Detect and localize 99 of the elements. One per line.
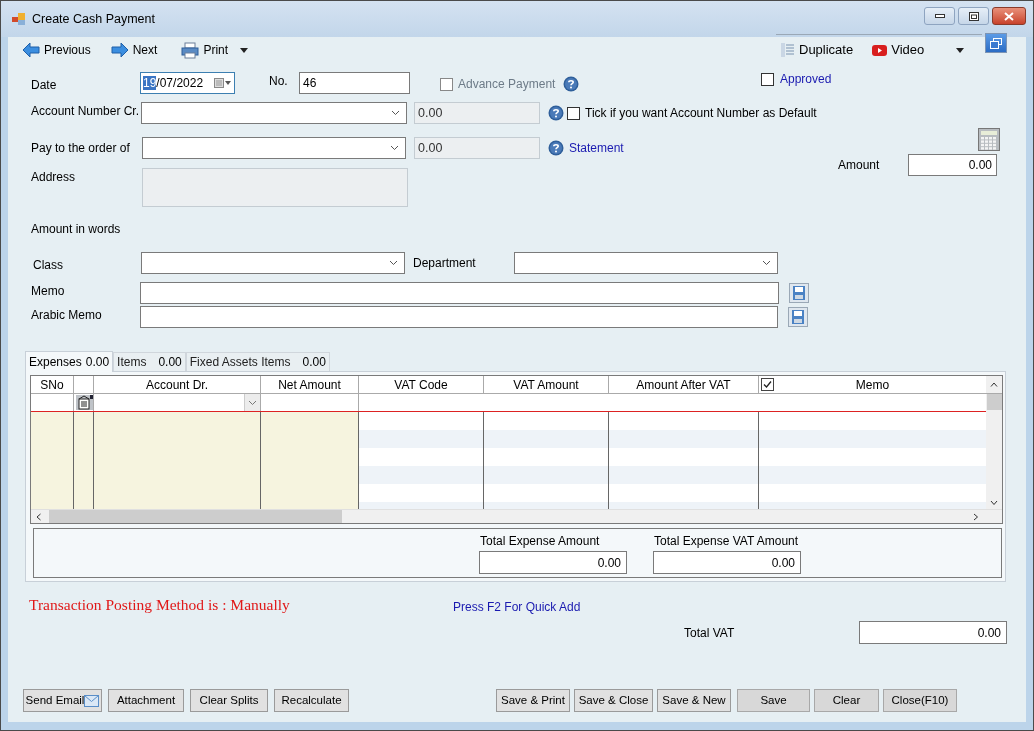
chevron-down-icon — [390, 145, 399, 151]
chevron-down-icon — [248, 399, 257, 406]
checkbox-label: Advance Payment — [458, 76, 556, 93]
horizontal-scrollbar[interactable] — [31, 509, 1002, 523]
save-icon[interactable] — [788, 307, 808, 327]
column-header: VAT Code — [359, 376, 484, 394]
payee-combo[interactable] — [142, 137, 406, 159]
total-vat-field: 0.00 — [859, 621, 1007, 644]
maximize-icon — [968, 11, 979, 21]
field-label: Pay to the order of — [31, 140, 131, 157]
checkbox-label: Tick if you want Account Number as Default — [585, 105, 817, 122]
calculator-icon[interactable] — [978, 128, 1000, 151]
column-header: SNo — [31, 376, 74, 394]
chevron-down-icon — [389, 260, 398, 266]
action-button[interactable]: Clear — [814, 689, 879, 712]
calendar-icon — [214, 78, 232, 88]
field-label: Memo — [31, 283, 66, 300]
field-label: Arabic Memo — [31, 307, 103, 324]
help-icon[interactable] — [548, 105, 564, 121]
maximize-button[interactable] — [958, 7, 989, 25]
column-header: Memo — [855, 377, 890, 394]
column-header: Amount After VAT — [609, 376, 759, 394]
arrow-left-icon — [22, 42, 40, 58]
minimize-icon — [934, 14, 945, 18]
help-icon[interactable] — [563, 76, 580, 92]
restore-button[interactable] — [985, 33, 1007, 53]
video-play-icon — [872, 43, 888, 57]
toolbar-previous-button[interactable]: Previous — [22, 41, 91, 59]
balance-field: 0.00 — [414, 102, 540, 124]
amount-field[interactable]: 0.00 — [908, 154, 997, 176]
action-button[interactable]: Save & Close — [574, 689, 653, 712]
field-label: Total Expense VAT Amount — [654, 533, 800, 547]
action-button[interactable]: Send Email — [23, 689, 102, 712]
class-combo[interactable] — [141, 252, 405, 274]
scrollbar-thumb[interactable] — [49, 510, 342, 523]
posting-method-text: Transaction Posting Method is : Manually — [29, 595, 291, 615]
field-label: Amount in words — [31, 222, 122, 236]
window-title: Create Cash Payment — [32, 10, 155, 28]
action-button[interactable]: Save & Print — [496, 689, 570, 712]
toolbar-print-button[interactable]: Print — [181, 41, 249, 59]
chevron-right-icon — [973, 512, 978, 521]
checkbox[interactable] — [761, 72, 774, 86]
field-label: No. — [269, 73, 289, 90]
vertical-scrollbar[interactable] — [986, 376, 1002, 393]
field-label: Total Expense Amount — [480, 533, 601, 547]
column-header: Net Amount — [261, 376, 359, 394]
account-combo[interactable] — [141, 102, 407, 124]
chevron-down-icon — [762, 260, 771, 266]
action-button[interactable]: Clear Splits — [190, 689, 268, 712]
field-label: Total VAT — [684, 624, 736, 642]
tab[interactable]: Items 0.00 — [113, 352, 186, 371]
close-button[interactable] — [992, 7, 1026, 25]
chevron-down-icon — [391, 110, 400, 116]
field-label: Amount — [838, 157, 881, 174]
chevron-down-icon — [990, 500, 998, 505]
action-button[interactable]: Save — [737, 689, 810, 712]
checkbox-label: Approved — [780, 71, 832, 88]
action-button[interactable]: Close(F10) — [883, 689, 957, 712]
table-cell — [74, 412, 94, 430]
printer-icon — [181, 41, 200, 59]
field-label: Address — [31, 169, 77, 186]
scrollbar-thumb[interactable] — [986, 394, 1002, 410]
total-field: 0.00 — [653, 551, 801, 574]
field-label: Account Number Cr. — [31, 103, 141, 120]
action-button[interactable]: Recalculate — [274, 689, 349, 712]
help-icon[interactable] — [548, 140, 564, 156]
memo-field[interactable] — [140, 282, 779, 304]
app-icon — [12, 13, 26, 25]
checkbox[interactable] — [567, 106, 580, 120]
toolbar-duplicate-button[interactable]: Duplicate — [780, 40, 854, 60]
dropdown-button[interactable] — [244, 394, 260, 411]
chevron-up-icon — [990, 382, 998, 387]
restore-icon — [990, 37, 1002, 49]
chevron-left-icon — [36, 512, 41, 521]
memo-field[interactable] — [140, 306, 778, 328]
toolbar-next-button[interactable]: Next — [110, 41, 158, 59]
field-label: Date — [31, 76, 58, 94]
tab[interactable]: Expenses 0.00 — [25, 351, 114, 372]
action-button[interactable]: Save & New — [657, 689, 731, 712]
arrow-right-icon — [110, 42, 129, 58]
minimize-button[interactable] — [924, 7, 955, 25]
envelope-icon — [84, 694, 100, 707]
save-icon[interactable] — [789, 283, 809, 303]
department-combo[interactable] — [514, 252, 778, 274]
document-list-icon — [780, 42, 795, 58]
hint-text: Press F2 For Quick Add — [453, 599, 581, 616]
checkbox[interactable] — [761, 378, 774, 391]
action-button[interactable]: Attachment — [108, 689, 184, 712]
field-label: Class — [32, 256, 64, 274]
total-field: 0.00 — [479, 551, 627, 574]
close-icon — [1004, 11, 1014, 21]
column-header: VAT Amount — [484, 376, 609, 394]
balance-field: 0.00 — [414, 137, 540, 159]
field-label: Department — [413, 255, 477, 272]
statement-link[interactable]: Statement — [569, 139, 624, 157]
toolbar-video-button[interactable]: Video — [872, 40, 965, 60]
tab[interactable]: Fixed Assets Items 0.00 — [185, 352, 330, 371]
number-field[interactable]: 46 — [299, 72, 410, 94]
table-cell — [31, 412, 74, 430]
